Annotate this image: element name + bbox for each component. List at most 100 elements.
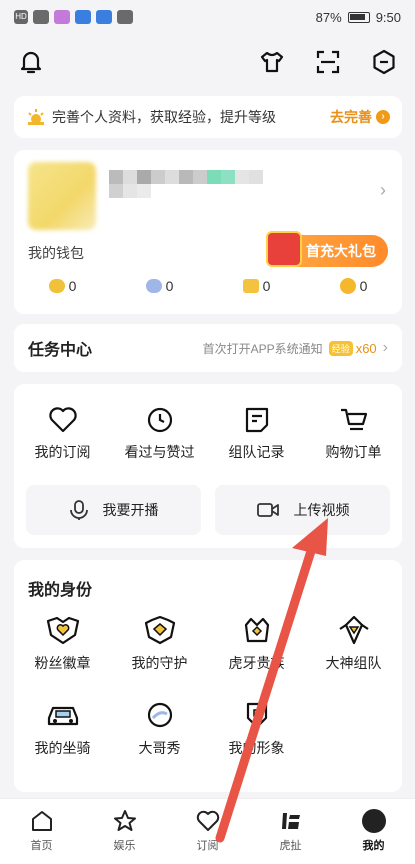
coupon-icon [242,279,259,293]
app-icon [96,10,112,24]
identity-label: 大哥秀 [138,740,181,756]
currency-row: 0 0 0 0 [14,278,402,294]
nav-entertainment[interactable]: 娱乐 [83,799,166,864]
identity-nobility[interactable]: 虎牙贵族 [208,615,305,673]
profile-completion-banner[interactable]: 完善个人资料，获取经验，提升等级 去完善 › [14,96,402,138]
shirt-icon[interactable] [257,47,287,77]
clock-icon [147,407,172,433]
wallet-label: 我的钱包 [28,245,84,261]
currency-item[interactable]: 0 [111,278,208,294]
cta-label: 去完善 [330,109,372,125]
identity-empty-slot [305,700,402,758]
task-center-row[interactable]: 任务中心 首次打开APP系统通知 经验 x60 › [14,324,402,372]
identity-mount[interactable]: 我的坐骑 [14,700,111,758]
nav-label: 首页 [30,840,53,852]
upload-label: 上传视频 [293,502,350,518]
avatar[interactable] [28,162,96,230]
cart-icon [340,408,367,431]
xp-badge: 经验 [328,340,353,356]
currency-item[interactable]: 0 [14,278,111,294]
star-icon [113,810,136,831]
hd-icon: HD [14,10,28,24]
identity-label: 我的形象 [228,740,285,756]
heart-icon [48,407,77,433]
microphone-icon [69,500,88,520]
diamond-icon [338,615,369,645]
identity-guard[interactable]: 我的守护 [111,615,208,673]
currency-item[interactable]: 0 [208,278,305,294]
crown-icon [244,617,269,643]
shortcut-subscriptions[interactable]: 我的订阅 [14,406,111,462]
currency-value: 0 [359,278,368,294]
status-icons: HD [14,10,133,24]
shortcut-team-records[interactable]: 组队记录 [208,406,305,462]
app-icon [54,10,70,24]
first-recharge-gift-button[interactable]: 首充大礼包 [266,231,388,267]
nav-home[interactable]: 首页 [0,799,83,864]
identity-label: 虎牙贵族 [228,655,285,671]
nav-huche[interactable]: 虎扯 [249,799,332,864]
shortcut-history[interactable]: 看过与赞过 [111,406,208,462]
start-broadcast-button[interactable]: 我要开播 [26,485,201,535]
shortcuts-card: 我的订阅 看过与赞过 组队记录 购物订单 我要开播 上传视频 [14,384,402,548]
currency-value: 0 [68,278,77,294]
complete-profile-button[interactable]: 去完善 › [330,107,390,127]
gold-bean-icon [48,279,65,293]
nav-label: 娱乐 [113,840,136,852]
shortcut-label: 组队记录 [228,444,285,460]
nav-label: 订阅 [196,840,219,852]
identity-avatar[interactable]: 我的形象 [208,700,305,758]
fan-badge-icon [46,616,79,645]
chevron-right-icon: › [376,110,390,124]
identity-label: 我的坐骑 [34,740,91,756]
chevron-right-icon[interactable]: › [380,180,386,201]
banner-text: 完善个人资料，获取经验，提升等级 [52,109,276,125]
signal-icon [33,10,49,24]
xp-count: x60 [355,340,377,356]
coin-icon [339,278,356,294]
task-subtitle: 首次打开APP系统通知 [202,341,323,356]
currency-value: 0 [262,278,271,294]
identity-title: 我的身份 [28,582,93,599]
username-blurred [109,170,269,198]
identity-label: 粉丝徽章 [34,655,91,671]
broadcast-label: 我要开播 [102,502,159,518]
chevron-right-icon: › [382,339,388,356]
upload-video-button[interactable]: 上传视频 [215,485,390,535]
currency-item[interactable]: 0 [305,278,402,294]
settings-icon[interactable] [369,47,399,77]
clock: 9:50 [375,9,401,25]
nav-mine[interactable]: 我的 [332,799,415,864]
gift-label: 首充大礼包 [306,243,376,259]
shield-icon [246,702,267,729]
bell-icon[interactable] [16,47,46,77]
video-camera-icon [256,503,279,517]
bottom-nav: 首页 娱乐 订阅 虎扯 我的 [0,798,415,864]
guard-icon [144,615,175,645]
identity-team[interactable]: 大神组队 [305,615,402,673]
currency-value: 0 [165,278,174,294]
sun-icon [28,109,44,125]
scan-icon[interactable] [313,47,343,77]
battery-percent: 87% [315,9,342,25]
profile-card[interactable]: › 我的钱包 首充大礼包 0 0 0 0 [14,150,402,314]
app-icon [75,10,91,24]
identity-card: 我的身份 粉丝徽章 我的守护 虎牙贵族 大神组队 我的坐骑 大哥秀 我的形象 [14,560,402,792]
identity-label: 我的守护 [131,655,188,671]
car-icon [47,706,78,726]
avatar-icon [361,809,386,833]
heart-icon [196,810,219,831]
app-icon [117,10,133,24]
shortcut-label: 我的订阅 [34,444,91,460]
identity-fan-badge[interactable]: 粉丝徽章 [14,615,111,673]
nav-label: 我的 [362,840,385,852]
identity-big-brother-show[interactable]: 大哥秀 [111,700,208,758]
note-icon [245,407,268,433]
shortcut-orders[interactable]: 购物订单 [305,406,402,462]
nav-subscribe[interactable]: 订阅 [166,799,249,864]
home-icon [31,811,52,831]
battery-icon [347,11,370,23]
shortcut-label: 看过与赞过 [124,444,195,460]
top-bar [0,34,415,90]
shortcut-label: 购物订单 [325,444,382,460]
